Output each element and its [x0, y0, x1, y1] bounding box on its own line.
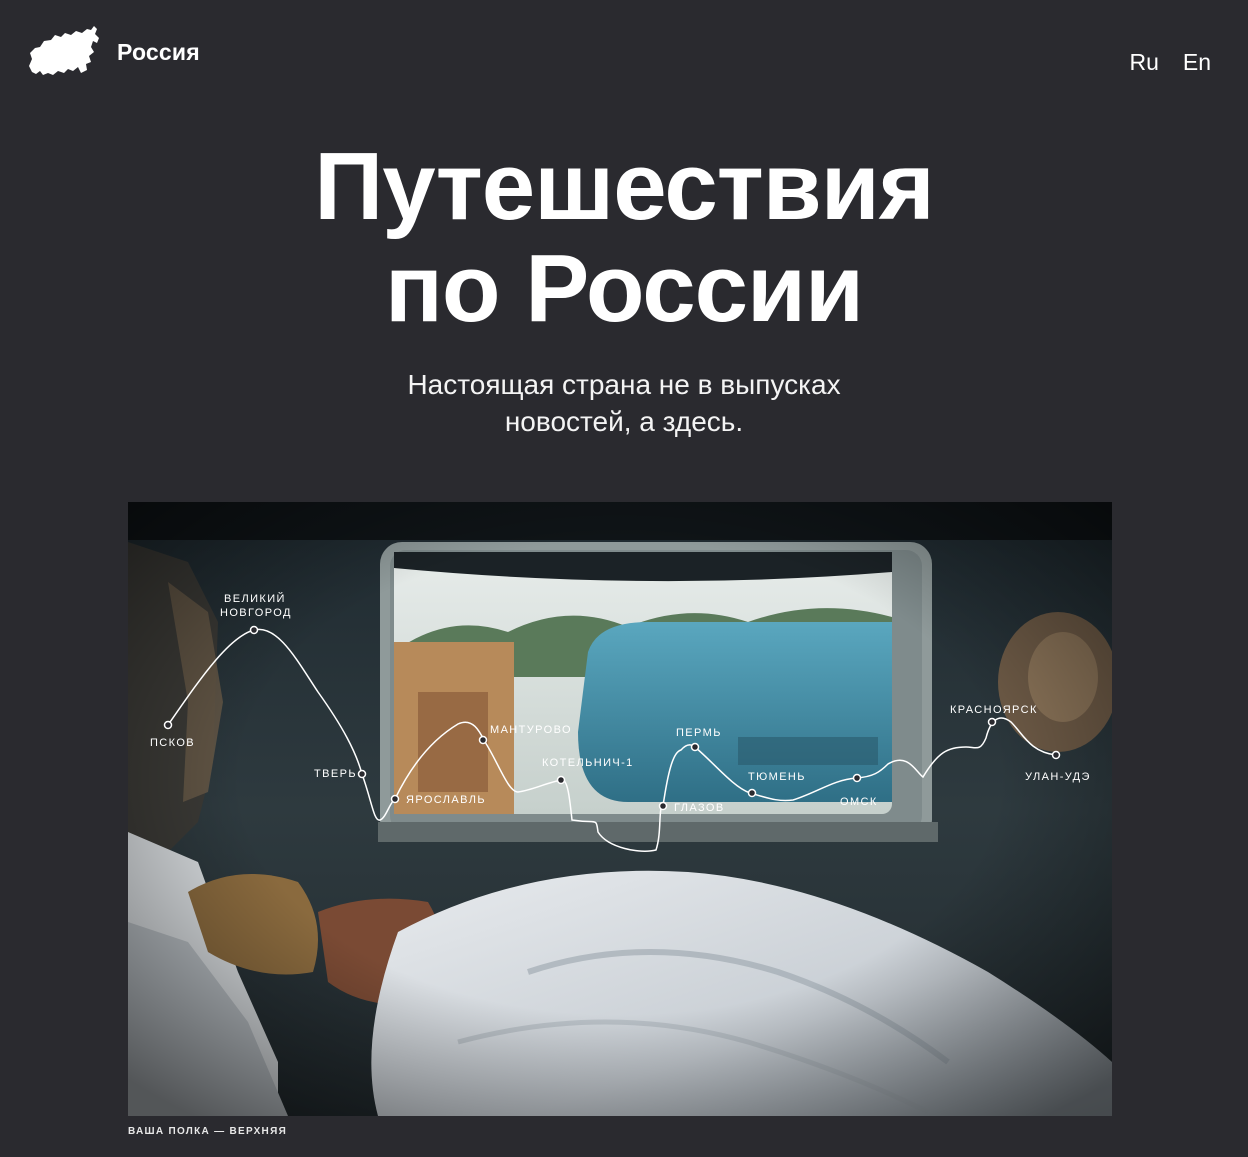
city-label-pskov: ПСКОВ [150, 737, 195, 749]
title-line-2: по России [384, 235, 864, 342]
title-line-1: Путешествия [314, 133, 935, 240]
hero-photo: ПСКОВ ВЕЛИКИЙ НОВГОРОД ТВЕРЬ ЯРОСЛАВЛЬ М… [128, 502, 1112, 1116]
city-label-kotelnich: КОТЕЛЬНИЧ-1 [542, 757, 634, 769]
page-subtitle: Настоящая страна не в выпусках новостей,… [0, 366, 1248, 440]
city-label-glazov: ГЛАЗОВ [674, 802, 725, 814]
page-title: Путешествия по России [0, 136, 1248, 340]
lang-en-link[interactable]: En [1183, 49, 1211, 76]
city-label-omsk: ОМСК [840, 796, 878, 808]
city-label-ulan-ude: УЛАН-УДЭ [1025, 771, 1091, 783]
logo-link[interactable]: Россия [27, 26, 200, 78]
city-label-perm: ПЕРМЬ [676, 727, 722, 739]
city-label-manturovo: МАНТУРОВО [490, 724, 572, 736]
photo-caption: ВАША ПОЛКА — ВЕРХНЯЯ [128, 1126, 288, 1137]
city-label-novgorod: НОВГОРОД [220, 607, 292, 619]
russia-map-icon [27, 26, 100, 78]
city-label-tyumen: ТЮМЕНЬ [748, 771, 806, 783]
logo-text: Россия [117, 38, 200, 65]
city-label-krasnoyarsk: КРАСНОЯРСК [950, 704, 1038, 716]
lang-ru-link[interactable]: Ru [1129, 49, 1158, 76]
train-compartment-photo: ПСКОВ ВЕЛИКИЙ НОВГОРОД ТВЕРЬ ЯРОСЛАВЛЬ М… [128, 502, 1112, 1116]
subtitle-line-1: Настоящая страна не в выпусках [407, 369, 841, 400]
language-switcher: Ru En [1129, 49, 1211, 76]
page: Россия Ru En Путешествия по России Насто… [0, 0, 1248, 1157]
city-label-velikiy: ВЕЛИКИЙ [224, 592, 286, 605]
city-label-yaroslavl: ЯРОСЛАВЛЬ [406, 794, 486, 806]
city-label-tver: ТВЕРЬ [314, 768, 357, 780]
subtitle-line-2: новостей, а здесь. [504, 406, 744, 437]
